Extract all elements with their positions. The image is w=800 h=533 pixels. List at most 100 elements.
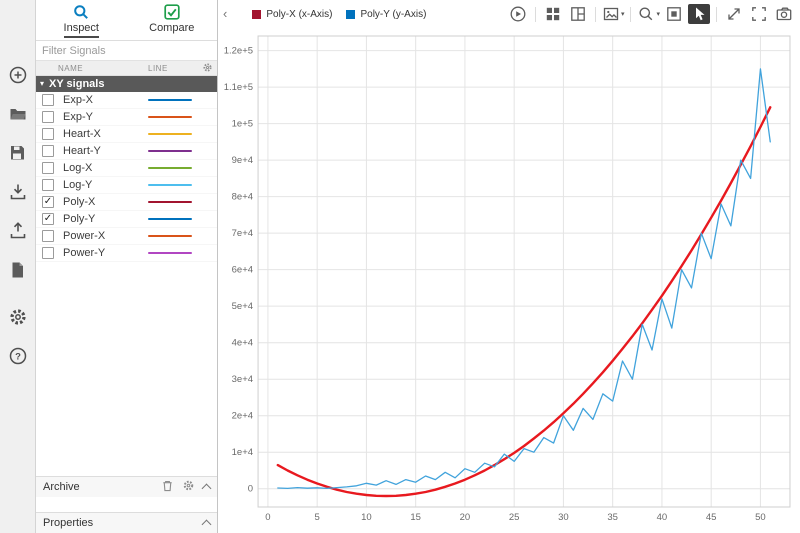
figure-menu-button[interactable]: ▾ bbox=[602, 4, 624, 24]
toolbar-separator bbox=[594, 6, 596, 22]
signal-checkbox[interactable] bbox=[42, 110, 54, 123]
x-tick-label: 20 bbox=[460, 512, 471, 523]
export-button[interactable] bbox=[7, 220, 29, 242]
signal-line-swatch[interactable] bbox=[148, 149, 192, 152]
signal-row-log-x[interactable]: Log-X bbox=[36, 160, 217, 177]
signal-row-power-y[interactable]: Power-Y bbox=[36, 245, 217, 262]
legend-color-key bbox=[252, 9, 262, 19]
signal-checkbox[interactable]: ✓ bbox=[42, 195, 54, 208]
archive-collapse-icon[interactable] bbox=[201, 483, 212, 493]
open-folder-icon bbox=[10, 109, 26, 120]
add-button[interactable] bbox=[7, 64, 29, 86]
y-tick-label: 1.2e+5 bbox=[224, 46, 253, 57]
tab-inspect-label: Inspect bbox=[63, 22, 99, 38]
signal-checkbox[interactable] bbox=[42, 178, 54, 191]
legend-item[interactable]: Poly-Y (y-Axis) bbox=[346, 9, 426, 20]
help-button[interactable]: ? bbox=[7, 345, 29, 367]
x-tick-label: 5 bbox=[315, 512, 320, 523]
maximize-button[interactable] bbox=[723, 4, 745, 24]
signal-line-swatch[interactable] bbox=[148, 234, 192, 237]
y-tick-label: 9e+4 bbox=[232, 155, 253, 166]
create-report-button[interactable] bbox=[7, 259, 29, 281]
legend-item[interactable]: Poly-X (x-Axis) bbox=[252, 9, 332, 20]
column-settings-button[interactable] bbox=[202, 62, 213, 75]
layout-custom-icon bbox=[571, 7, 585, 21]
preferences-button[interactable] bbox=[7, 306, 29, 328]
signal-row-heart-x[interactable]: Heart-X bbox=[36, 126, 217, 143]
signal-row-exp-y[interactable]: Exp-Y bbox=[36, 109, 217, 126]
signal-line-swatch[interactable] bbox=[148, 115, 192, 118]
signal-group-xy[interactable]: ▾ XY signals bbox=[36, 75, 217, 92]
signal-name: Log-X bbox=[63, 161, 93, 174]
archive-bar[interactable]: Archive bbox=[36, 476, 217, 497]
figure-icon bbox=[603, 7, 619, 21]
import-icon bbox=[10, 184, 25, 200]
signal-row-poly-x[interactable]: ✓ Poly-X bbox=[36, 194, 217, 211]
run-button[interactable] bbox=[507, 4, 529, 24]
save-session-button[interactable] bbox=[7, 142, 29, 164]
signal-checkbox[interactable] bbox=[42, 127, 54, 140]
archive-settings-button[interactable] bbox=[182, 479, 195, 495]
magnifier-icon bbox=[74, 5, 89, 19]
plot-area[interactable]: 0 5 10 15 20 25 30 35 40 45 50 0 1e+4 2e+4 3e+4 4e+4 5e+… bbox=[218, 28, 800, 533]
signal-checkbox[interactable] bbox=[42, 144, 54, 157]
gear-icon bbox=[183, 480, 194, 491]
y-tick-label: 1e+4 bbox=[232, 447, 253, 458]
signal-name: Heart-X bbox=[63, 127, 101, 140]
signal-checkbox[interactable] bbox=[42, 93, 54, 106]
maximize-icon bbox=[728, 8, 740, 20]
signal-line-swatch[interactable] bbox=[148, 132, 192, 135]
fullscreen-button[interactable] bbox=[748, 4, 770, 24]
signal-row-power-x[interactable]: Power-X bbox=[36, 228, 217, 245]
signal-line-swatch[interactable] bbox=[148, 98, 192, 101]
import-button[interactable] bbox=[7, 181, 29, 203]
tab-compare[interactable]: Compare bbox=[127, 0, 218, 40]
open-folder-button[interactable] bbox=[7, 103, 29, 125]
signal-table-header: NAME LINE bbox=[36, 60, 217, 76]
add-icon bbox=[9, 66, 26, 84]
properties-bar[interactable]: Properties bbox=[36, 512, 217, 533]
layout-grid-icon bbox=[546, 7, 560, 21]
signal-line-swatch[interactable] bbox=[148, 251, 192, 254]
layout-custom-button[interactable] bbox=[567, 4, 589, 24]
signal-line-swatch[interactable] bbox=[148, 217, 192, 220]
archive-delete-button[interactable] bbox=[161, 479, 174, 495]
signal-name: Power-Y bbox=[63, 246, 106, 259]
pointer-button[interactable] bbox=[688, 4, 710, 24]
signal-row-exp-x[interactable]: Exp-X bbox=[36, 92, 217, 109]
layout-grid-button[interactable] bbox=[542, 4, 564, 24]
signal-line-swatch[interactable] bbox=[148, 183, 192, 186]
x-tick-label: 25 bbox=[509, 512, 520, 523]
signal-checkbox[interactable]: ✓ bbox=[42, 212, 54, 225]
archive-body bbox=[36, 497, 217, 512]
filter-row bbox=[36, 41, 217, 61]
zoom-menu-button[interactable]: ▾ bbox=[637, 4, 660, 24]
tab-inspect[interactable]: Inspect bbox=[36, 0, 127, 40]
save-icon bbox=[10, 146, 24, 160]
camera-icon bbox=[776, 7, 792, 21]
signal-checkbox[interactable] bbox=[42, 161, 54, 174]
x-tick-label: 15 bbox=[410, 512, 421, 523]
signal-line-swatch[interactable] bbox=[148, 200, 192, 203]
signal-row-poly-y[interactable]: ✓ Poly-Y bbox=[36, 211, 217, 228]
properties-collapse-icon[interactable] bbox=[201, 519, 212, 529]
signal-row-heart-y[interactable]: Heart-Y bbox=[36, 143, 217, 160]
filter-signals-input[interactable] bbox=[36, 42, 217, 61]
signal-checkbox[interactable] bbox=[42, 246, 54, 259]
y-tick-label: 1.1e+5 bbox=[224, 82, 253, 93]
column-header-name[interactable]: NAME bbox=[58, 64, 83, 73]
signal-name: Power-X bbox=[63, 229, 106, 242]
signal-checkbox[interactable] bbox=[42, 229, 54, 242]
y-tick-label: 5e+4 bbox=[232, 301, 253, 312]
y-tick-label: 7e+4 bbox=[232, 228, 253, 239]
x-tick-label: 50 bbox=[755, 512, 766, 523]
signal-line-swatch[interactable] bbox=[148, 166, 192, 169]
fit-to-view-button[interactable] bbox=[663, 4, 685, 24]
collapse-sidebar-button[interactable]: ‹ bbox=[221, 6, 231, 23]
snapshot-button[interactable] bbox=[773, 4, 795, 24]
xy-plot[interactable]: 0 5 10 15 20 25 30 35 40 45 50 0 1e+4 2e+4 3e+4 4e+4 5e+… bbox=[218, 28, 800, 533]
properties-label: Properties bbox=[43, 517, 94, 529]
y-tick-label: 3e+4 bbox=[232, 374, 253, 385]
column-header-line[interactable]: LINE bbox=[148, 64, 168, 73]
signal-row-log-y[interactable]: Log-Y bbox=[36, 177, 217, 194]
